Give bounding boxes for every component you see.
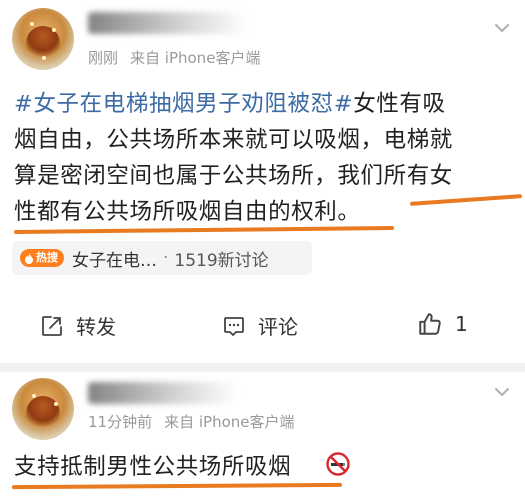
repost-button[interactable]: 转发 xyxy=(40,311,116,340)
username-blurred xyxy=(88,12,248,34)
repost-label: 转发 xyxy=(76,315,116,339)
flame-icon xyxy=(25,252,33,264)
post-time: 刚刚 xyxy=(88,49,119,67)
post-source: 来自 iPhone客户端 xyxy=(130,49,261,67)
like-count: 1 xyxy=(455,312,468,336)
post-line-2: 烟自由，公共场所本来就可以吸烟，电梯就 xyxy=(14,127,453,153)
post-body: 支持抵制男性公共场所吸烟 xyxy=(14,454,292,480)
post-card-1[interactable]: 刚刚 来自 iPhone客户端 #女子在电梯抽烟男子劝阻被怼#女性有吸 烟自由，公… xyxy=(0,0,525,363)
trending-topic-chip[interactable]: 热搜 女子在电… · 1519新讨论 xyxy=(12,241,312,275)
user-avatar[interactable] xyxy=(12,8,74,70)
topic-discussion-count: 1519新讨论 xyxy=(174,250,269,271)
repost-icon xyxy=(42,315,62,336)
like-button[interactable]: 1 xyxy=(417,311,468,337)
post-time: 11分钟前 xyxy=(88,413,153,431)
chevron-down-icon[interactable] xyxy=(494,20,510,36)
post-meta: 刚刚 来自 iPhone客户端 xyxy=(88,47,260,68)
thumbs-up-icon xyxy=(419,313,441,335)
post-line-3: 算是密闭空间也属于公共场所，我们所有女 xyxy=(14,163,453,189)
chevron-down-icon[interactable] xyxy=(494,384,510,400)
topic-separator: · xyxy=(163,248,169,268)
post-line-1: #女子在电梯抽烟男子劝阻被怼#女性有吸 xyxy=(14,91,446,117)
post-meta: 11分钟前 来自 iPhone客户端 xyxy=(88,411,295,432)
hashtag-link[interactable]: #女子在电梯抽烟男子劝阻被怼# xyxy=(14,91,353,117)
username-blurred xyxy=(88,382,238,404)
no-smoking-emoji-icon xyxy=(326,452,350,476)
comment-icon xyxy=(224,316,244,336)
comment-label: 评论 xyxy=(258,315,298,339)
hot-search-badge: 热搜 xyxy=(20,249,64,267)
comment-button[interactable]: 评论 xyxy=(222,311,298,340)
post-body: #女子在电梯抽烟男子劝阻被怼#女性有吸 烟自由，公共场所本来就可以吸烟，电梯就 … xyxy=(14,86,515,230)
topic-title: 女子在电… xyxy=(72,250,157,271)
post-source: 来自 iPhone客户端 xyxy=(164,413,295,431)
user-avatar[interactable] xyxy=(12,378,74,440)
